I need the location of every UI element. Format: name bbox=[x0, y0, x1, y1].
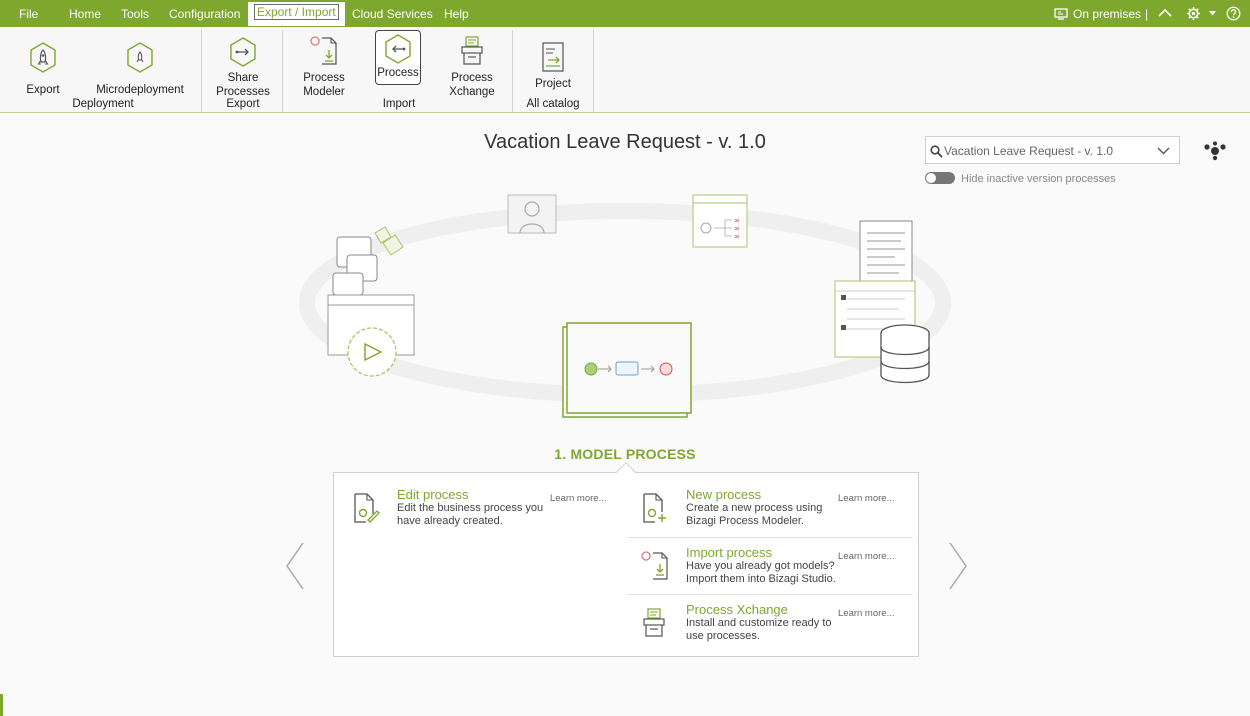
import-process-link[interactable]: Import process bbox=[686, 545, 772, 560]
process-modeler-label-2: Modeler bbox=[303, 86, 345, 98]
project-icon bbox=[542, 42, 564, 72]
process-import-button[interactable]: Process bbox=[375, 30, 421, 85]
window-edge-accent bbox=[0, 694, 3, 716]
import-process-desc-2: Import them into Bizagi Studio. bbox=[686, 573, 836, 585]
new-process-icon[interactable] bbox=[641, 492, 669, 524]
group-export-label: Export bbox=[226, 98, 260, 110]
process-label: Process bbox=[377, 67, 419, 79]
step-label: 1. MODEL PROCESS bbox=[554, 446, 696, 462]
group-all-catalog-label: All catalog bbox=[526, 98, 580, 110]
new-process-desc-2: Bizagi Process Modeler. bbox=[686, 515, 804, 527]
menu-export-import[interactable]: Export / Import bbox=[248, 2, 345, 26]
card-divider bbox=[627, 594, 913, 595]
microdeployment-button[interactable]: Microdeployment bbox=[95, 41, 185, 97]
microdeployment-icon bbox=[127, 42, 153, 73]
group-import-label: Import bbox=[382, 98, 416, 110]
microdeployment-label: Microdeployment bbox=[96, 84, 184, 96]
process-button-frame: Process bbox=[375, 30, 421, 85]
ribbon-separator bbox=[282, 30, 283, 112]
rocket-icon bbox=[30, 42, 56, 73]
help-icon[interactable] bbox=[1226, 6, 1241, 21]
process-xchange-desc-2: use processes. bbox=[686, 630, 760, 642]
edit-process-desc-2: have already created. bbox=[397, 515, 503, 527]
group-deployment-label: Deployment bbox=[72, 98, 134, 110]
share-label-2: Processes bbox=[216, 86, 270, 98]
menu-home[interactable]: Home bbox=[69, 7, 101, 21]
process-diagram-graphic bbox=[562, 322, 692, 418]
edit-process-desc-1: Edit the business process you bbox=[397, 502, 544, 514]
menu-cloud-services[interactable]: Cloud Services bbox=[352, 7, 433, 21]
project-button[interactable]: Project bbox=[530, 41, 576, 91]
share-icon bbox=[230, 37, 256, 67]
process-modeler-button[interactable]: Process Modeler bbox=[296, 35, 352, 99]
import-process-desc-1: Have you already got models? bbox=[686, 560, 835, 572]
new-process-learn-more[interactable]: Learn more... bbox=[838, 493, 895, 504]
modeler-icon bbox=[310, 36, 337, 65]
process-xchange-desc-1: Install and customize ready to bbox=[686, 617, 832, 629]
menu-configuration[interactable]: Configuration bbox=[169, 7, 240, 21]
ribbon: Export Microdeployment Deployment Share … bbox=[0, 27, 1250, 113]
puzzle-window-graphic bbox=[327, 226, 415, 377]
search-value: Vacation Leave Request - v. 1.0 bbox=[944, 144, 1113, 158]
share-label-1: Share bbox=[227, 72, 259, 84]
search-icon bbox=[930, 145, 943, 158]
next-arrow[interactable] bbox=[948, 541, 968, 591]
menu-bar: File Home Tools Configuration Export / I… bbox=[0, 0, 1250, 27]
import-process-learn-more[interactable]: Learn more... bbox=[838, 551, 895, 562]
xchange-icon bbox=[461, 36, 483, 65]
export-button[interactable]: Export bbox=[20, 41, 66, 97]
edit-process-link[interactable]: Edit process bbox=[397, 487, 469, 502]
collapse-ribbon-icon[interactable] bbox=[1158, 8, 1172, 17]
environment-label[interactable]: On premises bbox=[1073, 7, 1141, 21]
chevron-down-icon[interactable] bbox=[1209, 11, 1216, 16]
share-processes-button[interactable]: Share Processes bbox=[212, 37, 274, 99]
menu-file[interactable]: File bbox=[19, 7, 38, 21]
menu-separator: | bbox=[1145, 7, 1149, 21]
process-search-dropdown[interactable]: Vacation Leave Request - v. 1.0 bbox=[925, 136, 1180, 164]
hide-inactive-toggle[interactable] bbox=[925, 172, 955, 184]
ribbon-separator bbox=[201, 30, 202, 112]
previous-arrow[interactable] bbox=[285, 541, 305, 591]
new-process-desc-1: Create a new process using bbox=[686, 502, 823, 514]
process-xchange-label-1: Process bbox=[451, 72, 493, 84]
gear-icon[interactable] bbox=[1186, 6, 1201, 21]
process-xchange-learn-more[interactable]: Learn more... bbox=[838, 608, 895, 619]
process-xchange-button[interactable]: Process Xchange bbox=[446, 35, 498, 99]
edit-process-icon[interactable] bbox=[352, 492, 380, 524]
process-hexagon-icon bbox=[385, 34, 411, 64]
user-screen-graphic bbox=[507, 194, 557, 234]
lifecycle-illustration bbox=[299, 194, 951, 418]
export-label: Export bbox=[26, 84, 60, 96]
hide-inactive-label: Hide inactive version processes bbox=[961, 173, 1116, 185]
process-xchange-label-2: Xchange bbox=[449, 86, 495, 98]
import-process-icon[interactable] bbox=[640, 550, 670, 582]
monitor-icon bbox=[1054, 8, 1068, 20]
project-label: Project bbox=[535, 78, 571, 90]
chevron-down-icon[interactable] bbox=[1157, 147, 1170, 155]
process-modeler-label-1: Process bbox=[303, 72, 345, 84]
edit-process-learn-more[interactable]: Learn more... bbox=[550, 493, 607, 504]
xchange-icon[interactable] bbox=[641, 607, 667, 639]
menu-export-import-label: Export / Import bbox=[254, 4, 339, 20]
network-icon[interactable] bbox=[1203, 141, 1227, 161]
new-process-link[interactable]: New process bbox=[686, 487, 761, 502]
menu-help[interactable]: Help bbox=[444, 7, 469, 21]
ribbon-separator bbox=[512, 30, 513, 112]
form-graphic bbox=[692, 194, 748, 248]
process-xchange-link[interactable]: Process Xchange bbox=[686, 602, 788, 617]
environment-selector[interactable] bbox=[1054, 6, 1068, 20]
menu-tools[interactable]: Tools bbox=[121, 7, 149, 21]
card-divider bbox=[627, 537, 913, 538]
ribbon-separator bbox=[593, 30, 594, 112]
